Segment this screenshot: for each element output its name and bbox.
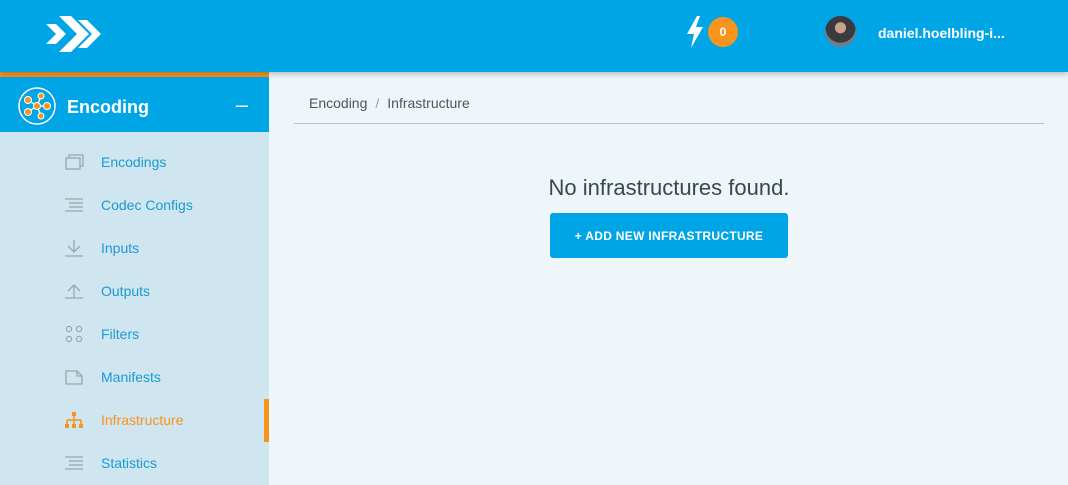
sidebar-item-label: Codec Configs <box>101 197 193 213</box>
sidebar-item-label: Inputs <box>101 240 140 256</box>
sidebar-item-inputs[interactable]: Inputs <box>0 227 269 270</box>
sidebar-item-encodings[interactable]: Encodings <box>0 141 269 184</box>
top-bar: 0 daniel.hoelbling-i... <box>0 0 1068 72</box>
encodings-icon <box>65 154 84 170</box>
sidebar-item-label: Filters <box>101 326 140 342</box>
manifests-icon <box>65 370 83 385</box>
sidebar-item-filters[interactable]: Filters <box>0 313 269 356</box>
breadcrumb-separator: / <box>375 95 380 111</box>
bitmovin-logo-icon[interactable] <box>42 10 102 58</box>
encoding-module-icon <box>18 87 56 125</box>
sidebar-item-label: Outputs <box>101 283 151 299</box>
lightning-icon[interactable] <box>684 16 706 48</box>
sidebar-item-codec-configs[interactable]: Codec Configs <box>0 184 269 227</box>
divider <box>294 123 1044 124</box>
sidebar: Encoding – Encodings Codec Configs Input… <box>0 72 269 485</box>
sidebar-item-label: Statistics <box>101 455 158 471</box>
module-title: Encoding <box>67 97 149 117</box>
collapse-icon[interactable]: – <box>232 93 252 117</box>
sidebar-item-label: Infrastructure <box>101 412 184 428</box>
sidebar-item-label: Encodings <box>101 154 167 170</box>
filters-icon <box>65 325 83 343</box>
empty-state-message: No infrastructures found. <box>548 175 790 200</box>
sidebar-item-statistics[interactable]: Statistics <box>0 442 269 485</box>
breadcrumb-current: Infrastructure <box>387 95 470 111</box>
breadcrumb-link-encoding[interactable]: Encoding <box>309 95 367 111</box>
sidebar-item-outputs[interactable]: Outputs <box>0 270 269 313</box>
statistics-icon <box>65 456 83 470</box>
outputs-icon <box>65 284 83 299</box>
sidebar-item-manifests[interactable]: Manifests <box>0 356 269 399</box>
notification-badge[interactable]: 0 <box>708 17 738 47</box>
breadcrumb: Encoding / Infrastructure <box>309 95 470 111</box>
username-label[interactable]: daniel.hoelbling-i... <box>878 25 1005 41</box>
add-infrastructure-button[interactable]: + ADD NEW INFRASTRUCTURE <box>550 213 788 258</box>
sidebar-module-header[interactable]: Encoding – <box>0 72 269 132</box>
avatar[interactable] <box>825 16 856 47</box>
codec-configs-icon <box>65 198 83 212</box>
main-content: Encoding / Infrastructure No infrastructur… <box>269 72 1068 485</box>
inputs-icon <box>65 240 83 257</box>
sidebar-item-label: Manifests <box>101 369 161 385</box>
sidebar-item-infrastructure[interactable]: Infrastructure <box>0 399 269 442</box>
infrastructure-icon <box>65 412 83 428</box>
